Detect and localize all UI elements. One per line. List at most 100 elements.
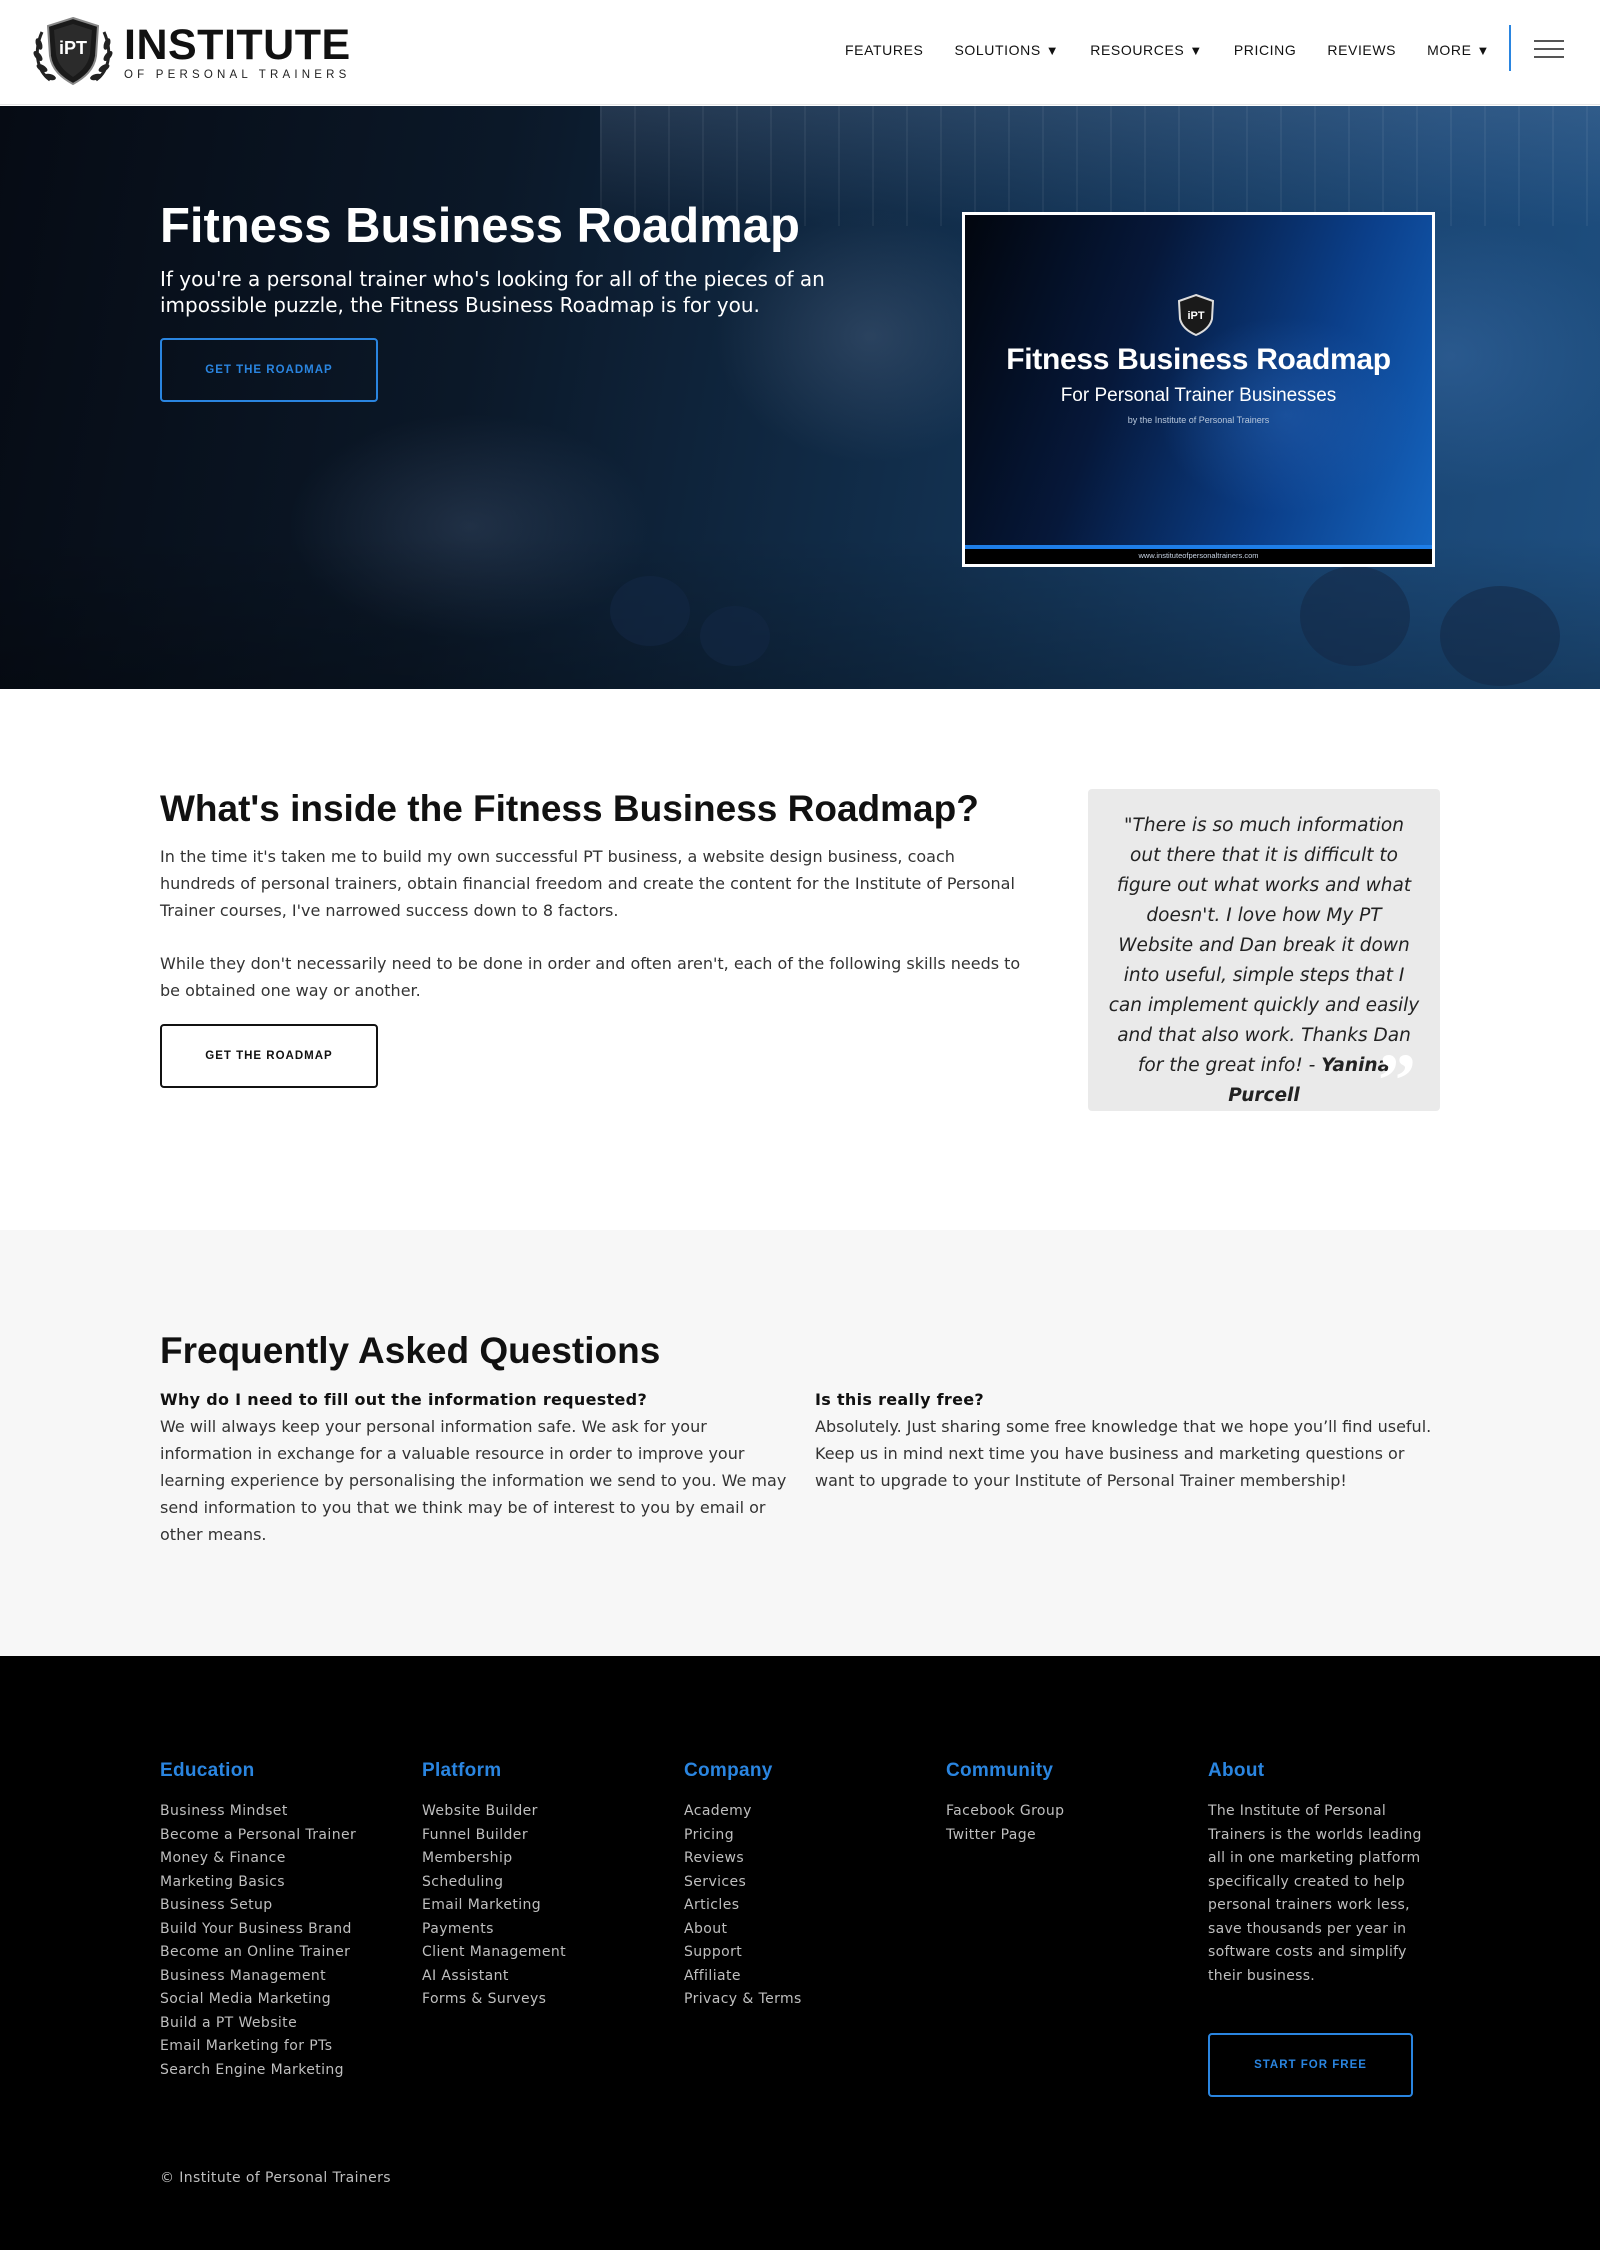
inside-paragraph-2: While they don't necessarily need to be … [160, 954, 1021, 1000]
footer-link[interactable]: Funnel Builder [422, 1824, 566, 1848]
nav-features-label: FEATURES [845, 42, 924, 58]
footer-link[interactable]: Payments [422, 1918, 566, 1942]
nav-divider [1509, 25, 1511, 71]
nav-pricing-label: PRICING [1233, 42, 1297, 58]
footer-link[interactable]: Business Mindset [160, 1800, 356, 1824]
footer-heading-about: About [1208, 1760, 1265, 1781]
caret-down-icon: ▼ [1476, 42, 1490, 58]
logo-title: INSTITUTE [124, 20, 351, 69]
testimonial-card: "There is so much information out there … [1088, 789, 1440, 1119]
nav-more[interactable]: MORE ▼ [1427, 42, 1490, 58]
footer-links-education: Business Mindset Become a Personal Traine… [160, 1800, 356, 2082]
footer-link[interactable]: AI Assistant [422, 1965, 566, 1989]
caret-down-icon: ▼ [1045, 42, 1060, 58]
kettlebell-decoration [700, 606, 770, 666]
cover-accent-bar [965, 545, 1432, 549]
testimonial-text: "There is so much information out there … [1108, 811, 1420, 1111]
footer-link[interactable]: Business Management [160, 1965, 356, 1989]
footer-about-text: The Institute of Personal Trainers is th… [1208, 1803, 1422, 1984]
footer-heading-community: Community [946, 1760, 1054, 1781]
logo-subtitle: OF PERSONAL TRAINERS [124, 68, 351, 81]
nav-features[interactable]: FEATURES [845, 42, 923, 58]
footer-column-platform: Platform Website Builder Funnel Builder Me… [422, 1760, 566, 2012]
site-footer: Education Business Mindset Become a Perso… [0, 1656, 1600, 2250]
ipt-shield-logo-icon: iPT [30, 14, 116, 90]
footer-link[interactable]: Money & Finance [160, 1847, 356, 1871]
footer-link[interactable]: Pricing [684, 1824, 802, 1848]
site-logo[interactable]: iPT INSTITUTE OF PERSONAL TRAINERS [30, 14, 360, 90]
footer-link[interactable]: Website Builder [422, 1800, 566, 1824]
start-for-free-button[interactable]: START FOR FREE [1208, 2033, 1413, 2097]
faq-answer: We will always keep your personal inform… [160, 1417, 787, 1544]
footer-link[interactable]: Forms & Surveys [422, 1988, 566, 2012]
nav-resources-label: RESOURCES [1090, 42, 1185, 58]
ipt-shield-icon: iPT [1173, 293, 1219, 337]
nav-pricing[interactable]: PRICING [1234, 42, 1297, 58]
main-nav: FEATURES SOLUTIONS ▼ RESOURCES ▼ PRICING R… [814, 38, 1490, 62]
footer-link[interactable]: Scheduling [422, 1871, 566, 1895]
testimonial-body: "There is so much information out there … [1108, 815, 1420, 1076]
copyright-text: © Institute of Personal Trainers [160, 2170, 392, 2186]
footer-link[interactable]: Twitter Page [946, 1824, 1064, 1848]
footer-link[interactable]: Build a PT Website [160, 2012, 356, 2036]
nav-solutions[interactable]: SOLUTIONS ▼ [954, 42, 1059, 58]
inside-paragraph-1: In the time it's taken me to build my ow… [160, 847, 1015, 920]
nav-more-label: MORE [1427, 42, 1472, 58]
footer-link[interactable]: Facebook Group [946, 1800, 1064, 1824]
cover-byline: by the Institute of Personal Trainers [1127, 415, 1270, 425]
inside-title: What's inside the Fitness Business Roadm… [160, 788, 979, 829]
get-roadmap-button[interactable]: GET THE ROADMAP [160, 338, 378, 402]
footer-heading-education: Education [160, 1760, 255, 1781]
footer-link[interactable]: Reviews [684, 1847, 802, 1871]
footer-column-about: About The Institute of Personal Trainers… [1208, 1760, 1440, 1988]
get-roadmap-button-secondary[interactable]: GET THE ROADMAP [160, 1024, 378, 1088]
svg-text:iPT: iPT [1187, 310, 1204, 322]
nav-solutions-label: SOLUTIONS [954, 42, 1041, 58]
footer-links-company: Academy Pricing Reviews Services Articles Abo… [684, 1800, 802, 2012]
hamburger-menu-icon[interactable] [1534, 38, 1564, 58]
quote-mark-icon: ” [1378, 1039, 1416, 1123]
footer-link[interactable]: About [684, 1918, 802, 1942]
footer-column-company: Company Academy Pricing Reviews Services Art… [684, 1760, 802, 2012]
footer-link[interactable]: Become an Online Trainer [160, 1941, 356, 1965]
footer-link[interactable]: Social Media Marketing [160, 1988, 356, 2012]
footer-links-platform: Website Builder Funnel Builder Membership S… [422, 1800, 566, 2012]
footer-link[interactable]: Become a Personal Trainer [160, 1824, 356, 1848]
faq-title: Frequently Asked Questions [160, 1330, 661, 1371]
roadmap-cover-image: iPT Fitness Business Roadmap For Persona… [962, 212, 1435, 567]
footer-link[interactable]: Business Setup [160, 1894, 356, 1918]
caret-down-icon: ▼ [1189, 42, 1203, 58]
faq-item: Why do I need to fill out the informatio… [160, 1386, 790, 1548]
cover-url: www.instituteofpersonaltrainers.com [1138, 551, 1259, 560]
faq-item: Is this really free? Absolutely. Just sh… [815, 1386, 1445, 1494]
faq-section: Frequently Asked Questions Why do I need… [0, 1230, 1600, 1656]
kettlebell-decoration [1300, 566, 1410, 666]
footer-link[interactable]: Membership [422, 1847, 566, 1871]
logo-wordmark: INSTITUTE OF PERSONAL TRAINERS [124, 20, 351, 81]
footer-link[interactable]: Email Marketing [422, 1894, 566, 1918]
cover-title: Fitness Business Roadmap [1006, 343, 1391, 376]
footer-link[interactable]: Affiliate [684, 1965, 802, 1989]
hero-description: If you're a personal trainer who's looki… [160, 267, 825, 317]
site-header: iPT INSTITUTE OF PERSONAL TRAINERS FEATU… [0, 0, 1600, 105]
footer-heading-company: Company [684, 1760, 773, 1781]
nav-reviews[interactable]: REVIEWS [1327, 42, 1396, 58]
faq-answer: Absolutely. Just sharing some free knowl… [815, 1417, 1432, 1490]
footer-link[interactable]: Search Engine Marketing [160, 2059, 356, 2083]
footer-link[interactable]: Privacy & Terms [684, 1988, 802, 2012]
footer-link[interactable]: Client Management [422, 1941, 566, 1965]
footer-heading-platform: Platform [422, 1760, 502, 1781]
footer-link[interactable]: Email Marketing for PTs [160, 2035, 356, 2059]
kettlebell-decoration [1440, 586, 1560, 686]
svg-text:iPT: iPT [59, 38, 87, 58]
nav-resources[interactable]: RESOURCES ▼ [1090, 42, 1203, 58]
footer-link[interactable]: Marketing Basics [160, 1871, 356, 1895]
footer-column-community: Community Facebook Group Twitter Page [946, 1760, 1064, 1847]
footer-link[interactable]: Services [684, 1871, 802, 1895]
footer-link[interactable]: Support [684, 1941, 802, 1965]
footer-link[interactable]: Build Your Business Brand [160, 1918, 356, 1942]
footer-link[interactable]: Academy [684, 1800, 802, 1824]
footer-link[interactable]: Articles [684, 1894, 802, 1918]
hero-title: Fitness Business Roadmap [160, 199, 800, 253]
hero-section: Fitness Business Roadmap If you're a per… [0, 106, 1600, 689]
